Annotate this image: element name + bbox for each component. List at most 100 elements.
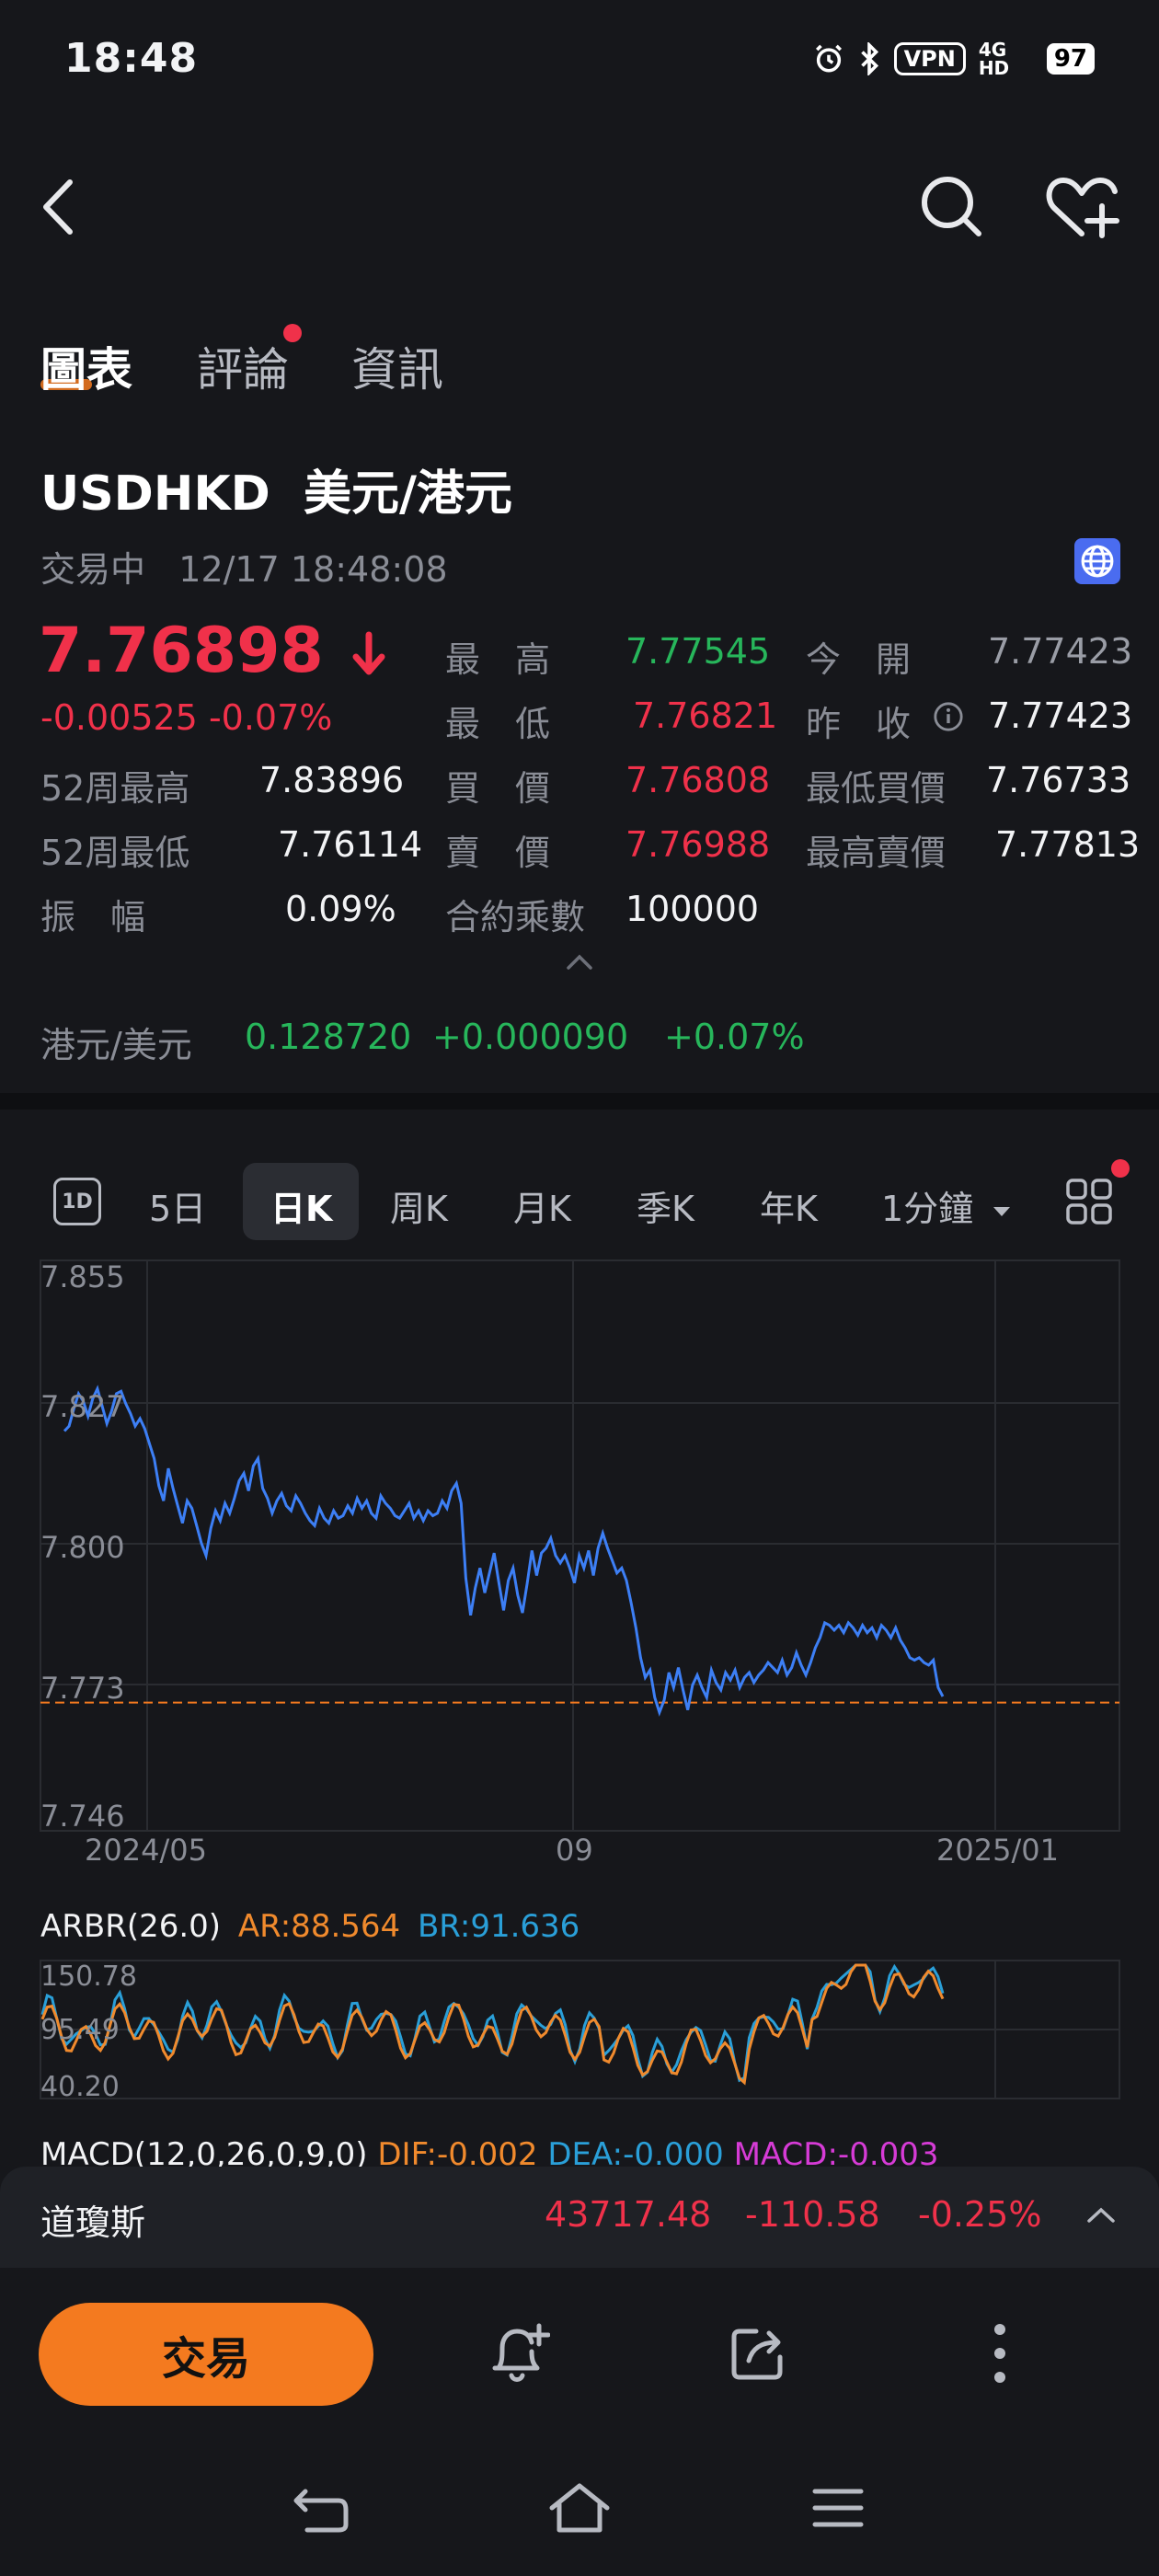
arbr-y-tick: 40.20 bbox=[40, 2071, 120, 2103]
symbol-name: 美元/港元 bbox=[304, 466, 513, 522]
period-monthly[interactable]: 月K bbox=[513, 1180, 571, 1231]
nav-back-icon[interactable] bbox=[291, 2484, 351, 2536]
min-bid-value: 7.76733 bbox=[986, 760, 1131, 800]
cross-rate-value: 0.128720 bbox=[245, 1017, 412, 1057]
tab-chart[interactable]: 圖表 bbox=[40, 333, 132, 399]
bid-label: 買 價 bbox=[445, 768, 551, 809]
low-value: 7.76821 bbox=[633, 696, 778, 736]
ar-value: AR:88.564 bbox=[237, 1908, 401, 1945]
ask-value: 7.76988 bbox=[625, 824, 771, 865]
alarm-icon bbox=[815, 44, 842, 73]
bluetooth-icon bbox=[860, 42, 878, 75]
last-price: 7.76898 bbox=[39, 615, 387, 687]
min-bid-label: 最低買價 bbox=[806, 768, 947, 809]
search-icon[interactable] bbox=[918, 173, 984, 239]
arbr-chart[interactable]: 150.78 95.49 40.20 bbox=[0, 1958, 1159, 2105]
section-divider bbox=[0, 1093, 1159, 1110]
arrow-down-icon bbox=[352, 631, 385, 675]
multiplier-label: 合約乘數 bbox=[445, 897, 586, 937]
trade-status-line: 交易中 12/17 18:48:08 bbox=[40, 541, 448, 592]
period-5d[interactable]: 5日 bbox=[149, 1180, 206, 1231]
expand-up-icon[interactable] bbox=[1085, 2206, 1117, 2225]
ask-label: 賣 價 bbox=[445, 833, 551, 873]
open-label: 今 開 bbox=[806, 639, 912, 680]
more-options-icon[interactable] bbox=[990, 2322, 1010, 2385]
settings-badge-dot bbox=[1111, 1159, 1130, 1178]
cross-rate-change-pct: +0.07% bbox=[664, 1017, 805, 1057]
index-change-pct: -0.25% bbox=[918, 2194, 1042, 2235]
period-weekly[interactable]: 周K bbox=[390, 1180, 448, 1231]
x-tick-label: 09 bbox=[556, 1833, 593, 1868]
price-alert-icon[interactable] bbox=[488, 2320, 550, 2386]
nav-menu-icon[interactable] bbox=[811, 2486, 865, 2530]
y-tick-label: 7.855 bbox=[40, 1259, 125, 1294]
amplitude-label: 振 幅 bbox=[40, 897, 146, 937]
x-tick-label: 2025/01 bbox=[936, 1833, 1059, 1868]
symbol-code: USDHKD bbox=[40, 466, 270, 522]
w52-low-value: 7.76114 bbox=[278, 824, 423, 865]
caret-down-icon bbox=[993, 1206, 1011, 1216]
w52-low-label: 52周最低 bbox=[40, 833, 190, 873]
br-series-line bbox=[40, 1963, 945, 2083]
high-value: 7.77545 bbox=[625, 631, 771, 672]
period-daily[interactable]: 日K bbox=[270, 1180, 332, 1231]
globe-icon bbox=[1081, 545, 1114, 578]
tab-news[interactable]: 資訊 bbox=[351, 333, 443, 399]
price-series-line bbox=[63, 1385, 945, 1717]
w52-high-value: 7.83896 bbox=[259, 760, 405, 800]
arbr-title: ARBR(26.0) bbox=[40, 1908, 222, 1945]
bid-value: 7.76808 bbox=[625, 760, 771, 800]
info-icon[interactable] bbox=[933, 701, 964, 732]
period-quarterly[interactable]: 季K bbox=[637, 1180, 694, 1231]
period-minute-dropdown[interactable]: 1分鐘 bbox=[881, 1180, 1012, 1231]
period-yearly[interactable]: 年K bbox=[760, 1180, 818, 1231]
chart-settings-grid-icon[interactable] bbox=[1065, 1178, 1113, 1225]
collapse-stats-icon[interactable] bbox=[565, 953, 594, 972]
add-to-watchlist-icon[interactable] bbox=[1045, 173, 1122, 241]
br-value: BR:91.636 bbox=[417, 1908, 580, 1945]
index-name: 道瓊斯 bbox=[40, 2202, 146, 2243]
back-icon[interactable] bbox=[37, 175, 83, 239]
prev-close-label: 昨 收 bbox=[806, 704, 912, 744]
amplitude-value: 0.09% bbox=[285, 889, 396, 929]
cross-rate-label: 港元/美元 bbox=[40, 1025, 192, 1065]
nav-home-icon[interactable] bbox=[546, 2480, 613, 2536]
network-indicator: 4G HD bbox=[978, 39, 1010, 79]
y-tick-label: 7.746 bbox=[40, 1799, 125, 1834]
index-change: -110.58 bbox=[745, 2194, 880, 2235]
index-value: 43717.48 bbox=[545, 2194, 712, 2235]
y-tick-label: 7.773 bbox=[40, 1671, 125, 1706]
market-globe-button[interactable] bbox=[1074, 538, 1120, 584]
high-label: 最 高 bbox=[445, 639, 551, 680]
multiplier-value: 100000 bbox=[625, 889, 760, 929]
tab-comments[interactable]: 評論 bbox=[197, 333, 289, 399]
arbr-y-tick: 150.78 bbox=[40, 1961, 137, 1993]
prev-close-value: 7.77423 bbox=[988, 696, 1133, 736]
change-value: -0.00525 bbox=[40, 697, 198, 738]
price-chart[interactable]: 7.855 7.827 7.800 7.773 7.746 bbox=[0, 1256, 1159, 1854]
max-ask-value: 7.77813 bbox=[995, 824, 1141, 865]
open-value: 7.77423 bbox=[988, 631, 1133, 672]
status-icons: VPN 4G HD 97 bbox=[813, 40, 1095, 77]
symbol-title: USDHKD 美元/港元 bbox=[40, 454, 512, 523]
share-icon[interactable] bbox=[729, 2324, 787, 2383]
cross-rate-change: +0.000090 bbox=[432, 1017, 629, 1057]
arbr-legend: ARBR(26.0) AR:88.564 BR:91.636 bbox=[40, 1908, 580, 1945]
max-ask-label: 最高賣價 bbox=[806, 833, 947, 873]
trade-button[interactable]: 交易 bbox=[39, 2303, 373, 2406]
intraday-1d-icon[interactable]: 1D bbox=[53, 1178, 101, 1225]
battery-indicator: 97 bbox=[1046, 43, 1095, 75]
ar-series-line bbox=[40, 1963, 945, 2086]
y-tick-label: 7.827 bbox=[40, 1389, 125, 1424]
trade-status: 交易中 bbox=[40, 549, 146, 590]
comments-badge-dot bbox=[283, 324, 302, 342]
quote-timestamp: 12/17 18:48:08 bbox=[178, 549, 448, 590]
change-percent: -0.07% bbox=[208, 697, 333, 738]
status-time: 18:48 bbox=[64, 35, 199, 82]
w52-high-label: 52周最高 bbox=[40, 768, 190, 809]
y-tick-label: 7.800 bbox=[40, 1530, 125, 1565]
price-change: -0.00525 -0.07% bbox=[40, 697, 332, 738]
arbr-y-tick: 95.49 bbox=[40, 2014, 120, 2046]
x-tick-label: 2024/05 bbox=[85, 1833, 207, 1868]
period-minute-label: 1分鐘 bbox=[881, 1189, 974, 1229]
